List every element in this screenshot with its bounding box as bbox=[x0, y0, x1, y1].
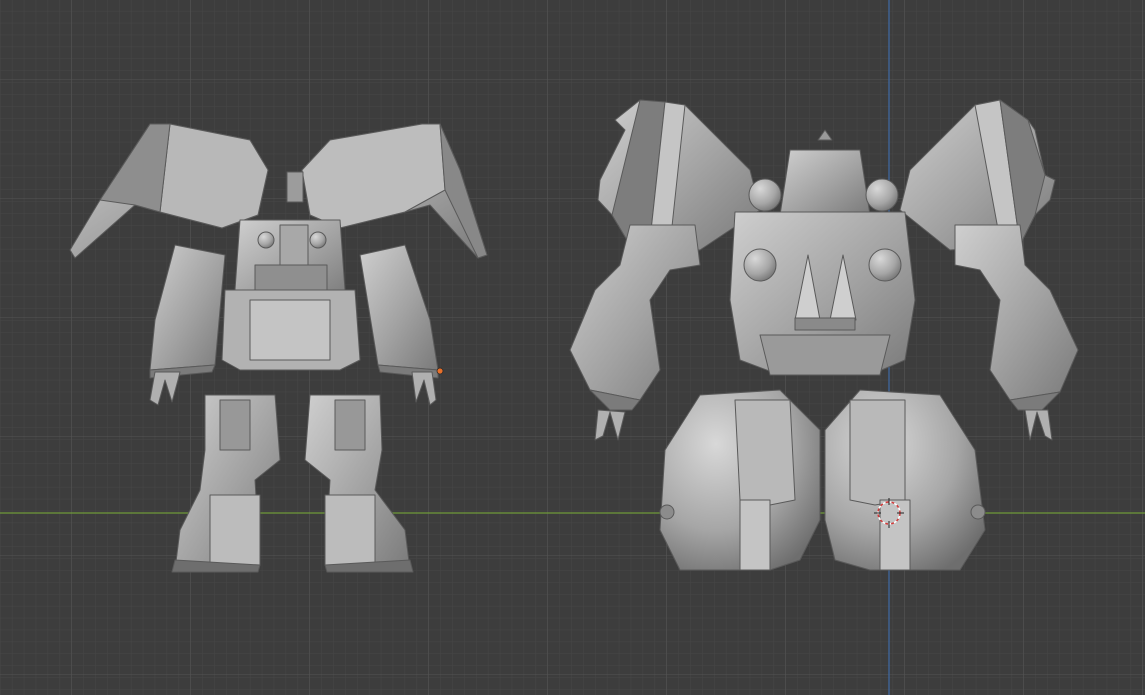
viewport-scene[interactable] bbox=[0, 0, 1145, 695]
object-origin-marker[interactable] bbox=[436, 367, 444, 375]
3d-viewport[interactable] bbox=[0, 0, 1145, 695]
